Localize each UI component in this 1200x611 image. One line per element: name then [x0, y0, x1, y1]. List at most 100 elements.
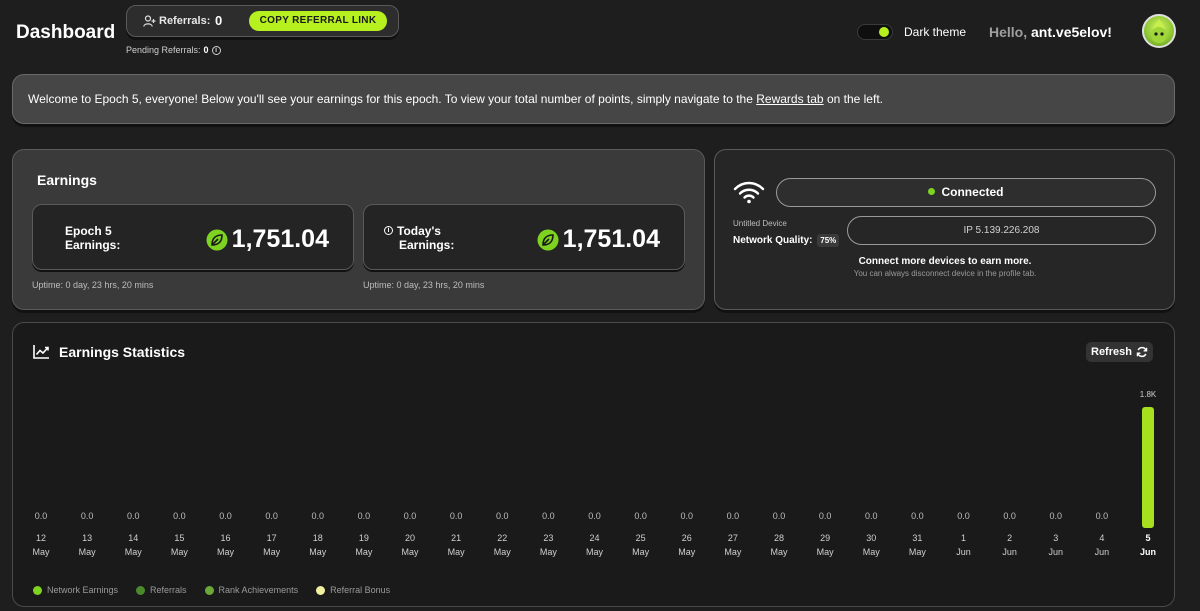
x-tick-month: May — [355, 547, 373, 557]
chart-value-label: 0.0 — [588, 511, 601, 521]
legend-item[interactable]: Referral Bonus — [316, 585, 390, 595]
legend-dot — [316, 585, 326, 595]
x-tick-day: 29 — [820, 533, 830, 543]
x-tick-day: 25 — [636, 533, 646, 543]
today-label-line2: Earnings: — [399, 238, 455, 252]
info-icon[interactable]: i — [211, 45, 221, 55]
x-tick-month: May — [448, 547, 466, 557]
legend-dot — [136, 585, 146, 595]
chart-legend: Network Earnings Referrals Rank Achievemen… — [33, 585, 390, 595]
x-tick-day: 3 — [1053, 533, 1058, 543]
legend-label: Network Earnings — [47, 585, 119, 595]
banner-text: Welcome to Epoch 5, everyone! Below you'… — [28, 92, 883, 106]
chart-value-label: 0.0 — [634, 511, 647, 521]
trend-chart-icon — [33, 345, 49, 359]
banner-text-before: Welcome to Epoch 5, everyone! Below you'… — [28, 92, 757, 106]
chart-value-label: 0.0 — [404, 511, 417, 521]
x-tick-month: May — [125, 547, 143, 557]
welcome-banner: Welcome to Epoch 5, everyone! Below you'… — [12, 74, 1175, 124]
device-panel: Connected Untitled Device Network Qualit… — [714, 149, 1175, 310]
rewards-tab-link[interactable]: Rewards tab — [756, 92, 823, 106]
dark-theme-label: Dark theme — [904, 25, 967, 39]
refresh-label: Refresh — [1091, 346, 1132, 358]
x-tick-day: 18 — [313, 533, 323, 543]
pending-referrals: Pending Referrals: 0 i — [126, 45, 221, 55]
chart-value-label: 0.0 — [773, 511, 786, 521]
x-tick-day: 14 — [128, 533, 138, 543]
chart-value-label: 0.0 — [496, 511, 509, 521]
referrals-box: Referrals: 0 COPY REFERRAL LINK — [126, 5, 399, 37]
chart-value-label: 0.0 — [957, 511, 970, 521]
referrals-count: 0 — [215, 13, 223, 28]
connection-status-button[interactable]: Connected — [776, 178, 1156, 207]
network-quality-badge: 75% — [817, 234, 840, 247]
x-tick-month: May — [540, 547, 558, 557]
today-uptime: Uptime: 0 day, 23 hrs, 20 mins — [363, 280, 485, 290]
dark-theme-toggle[interactable] — [857, 24, 893, 40]
x-tick-month: May — [494, 547, 512, 557]
x-tick-day: 13 — [82, 533, 92, 543]
epoch-earnings-amount: 1,751.04 — [231, 225, 329, 253]
x-tick-month: Jun — [1095, 547, 1110, 557]
x-tick-day: 2 — [1007, 533, 1012, 543]
legend-item[interactable]: Referrals — [136, 585, 187, 595]
legend-label: Referrals — [150, 585, 187, 595]
x-tick-month: May — [632, 547, 650, 557]
x-tick-day: 15 — [174, 533, 184, 543]
info-icon[interactable]: i — [384, 226, 393, 235]
x-tick-day: 24 — [589, 533, 599, 543]
legend-dot — [33, 585, 42, 595]
epoch-earnings-value: 1,751.04 — [206, 225, 329, 254]
pending-referrals-label: Pending Referrals: — [126, 45, 201, 55]
x-tick-month: May — [863, 547, 881, 557]
x-tick-month: May — [770, 547, 788, 557]
chart-value-label: 0.0 — [265, 511, 278, 521]
epoch-earnings-label: Epoch 5 Earnings: — [65, 224, 120, 252]
toggle-knob — [879, 27, 889, 37]
today-label-line1: Today's — [397, 224, 441, 238]
avatar[interactable] — [1142, 14, 1176, 48]
status-dot — [928, 188, 936, 195]
earnings-statistics-title: Earnings Statistics — [59, 344, 186, 360]
refresh-button[interactable]: Refresh — [1086, 342, 1153, 362]
today-earnings-amount: 1,751.04 — [562, 225, 660, 253]
epoch-uptime: Uptime: 0 day, 23 hrs, 20 mins — [32, 280, 154, 290]
chart-value-label: 0.0 — [81, 511, 94, 521]
legend-item[interactable]: Rank Achievements — [204, 585, 298, 595]
greeting: Hello, ant.ve5elov! — [989, 24, 1112, 40]
banner-text-after: on the left. — [823, 92, 883, 106]
today-earnings-label: i Today's Earnings: — [384, 224, 454, 252]
network-quality: Network Quality: 75% — [733, 234, 840, 247]
chart-value-label: 0.0 — [219, 511, 232, 521]
refresh-icon — [1136, 346, 1148, 358]
chart-value-label: 0.0 — [1096, 511, 1109, 521]
x-tick-month: May — [724, 547, 742, 557]
chart-bar-5-Jun[interactable] — [1142, 407, 1154, 528]
network-quality-label: Network Quality: — [733, 235, 813, 246]
legend-item[interactable]: Network Earnings — [33, 585, 118, 595]
chart-value-label: 0.0 — [173, 511, 186, 521]
x-tick-month: May — [817, 547, 835, 557]
epoch-label-line1: Epoch 5 — [65, 224, 112, 238]
connection-status-text: Connected — [941, 185, 1004, 199]
chart-value-label: 0.0 — [680, 511, 693, 521]
chart-value-label: 0.0 — [819, 511, 832, 521]
user-plus-icon — [143, 15, 156, 27]
x-tick-month: May — [32, 547, 50, 557]
copy-referral-link-button[interactable]: COPY REFERRAL LINK — [249, 11, 387, 31]
username: ant.ve5elov! — [1031, 24, 1112, 40]
chart-value-label: 0.0 — [727, 511, 740, 521]
chart-value-label: 0.0 — [865, 511, 878, 521]
x-tick-month: Jun — [956, 547, 971, 557]
wifi-icon — [733, 181, 765, 204]
chart-value-label: 0.0 — [35, 511, 48, 521]
x-tick-day: 1 — [961, 533, 966, 543]
x-tick-month: Jun — [1140, 547, 1156, 557]
x-tick-day: 23 — [543, 533, 553, 543]
page-title: Dashboard — [16, 22, 116, 43]
referrals-label: Referrals: — [159, 15, 211, 27]
epoch-label-line2: Earnings: — [65, 238, 121, 252]
x-tick-day: 12 — [36, 533, 46, 543]
x-tick-month: Jun — [1048, 547, 1063, 557]
today-earnings-card: i Today's Earnings: 1,751.04 — [363, 204, 685, 270]
